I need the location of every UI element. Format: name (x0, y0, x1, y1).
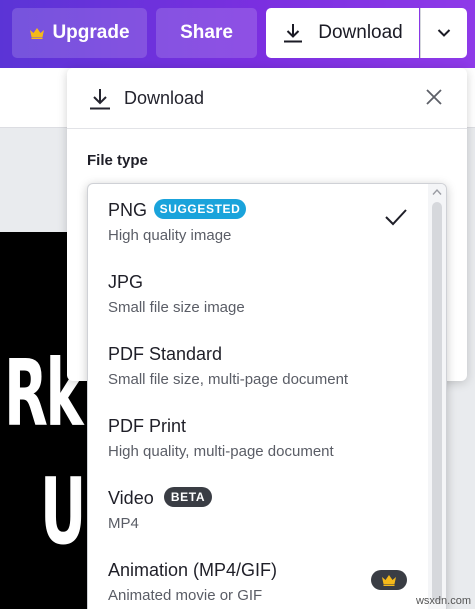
option-description: MP4 (108, 515, 139, 532)
file-type-option-jpg[interactable]: JPG Small file size image (88, 256, 428, 328)
scroll-up-arrow-icon[interactable] (432, 188, 442, 196)
option-description: Small file size image (108, 299, 245, 316)
option-description: Small file size, multi-page document (108, 371, 349, 388)
file-type-dropdown[interactable]: PNG SUGGESTED High quality image JPG Sma… (87, 183, 447, 609)
top-toolbar: Upgrade Share Download (0, 0, 475, 68)
pro-badge (371, 570, 407, 590)
option-name: Animation (MP4/GIF) (108, 560, 278, 580)
option-description: High quality, multi-page document (108, 443, 334, 460)
download-options-toggle[interactable] (420, 8, 467, 58)
crown-icon (30, 28, 45, 39)
share-button[interactable]: Share (156, 8, 257, 58)
share-label: Share (180, 22, 233, 43)
close-icon[interactable] (425, 88, 443, 106)
canvas-text-line2: U (40, 458, 86, 565)
option-name: PDF Print (108, 416, 187, 436)
chevron-down-icon (437, 29, 451, 37)
option-description: Animated movie or GIF (108, 587, 263, 604)
crown-icon (382, 575, 396, 586)
scrollbar-thumb[interactable] (432, 202, 442, 602)
watermark-text: wsxdn.com (415, 595, 471, 607)
download-icon (284, 24, 303, 43)
option-name: PNG (108, 200, 148, 220)
file-type-label: File type (87, 152, 148, 169)
download-button[interactable]: Download (266, 8, 419, 58)
checkmark-icon (385, 209, 407, 226)
suggested-badge: SUGGESTED (154, 199, 246, 219)
scrollbar[interactable] (428, 184, 446, 609)
upgrade-label: Upgrade (52, 22, 130, 43)
download-label: Download (318, 22, 403, 43)
option-description: High quality image (108, 227, 232, 244)
panel-title: Download (124, 88, 205, 108)
upgrade-button[interactable]: Upgrade (12, 8, 147, 58)
option-name: Video (108, 488, 154, 508)
panel-header: Download (67, 68, 467, 129)
file-type-option-png[interactable]: PNG SUGGESTED High quality image (88, 184, 428, 256)
file-type-option-pdf-print[interactable]: PDF Print High quality, multi-page docum… (88, 400, 428, 472)
beta-badge: BETA (164, 487, 212, 507)
download-icon (90, 89, 110, 110)
option-name: PDF Standard (108, 344, 223, 364)
file-type-option-pdf-standard[interactable]: PDF Standard Small file size, multi-page… (88, 328, 428, 400)
option-name: JPG (108, 272, 144, 292)
file-type-option-video[interactable]: Video BETA MP4 (88, 472, 428, 544)
